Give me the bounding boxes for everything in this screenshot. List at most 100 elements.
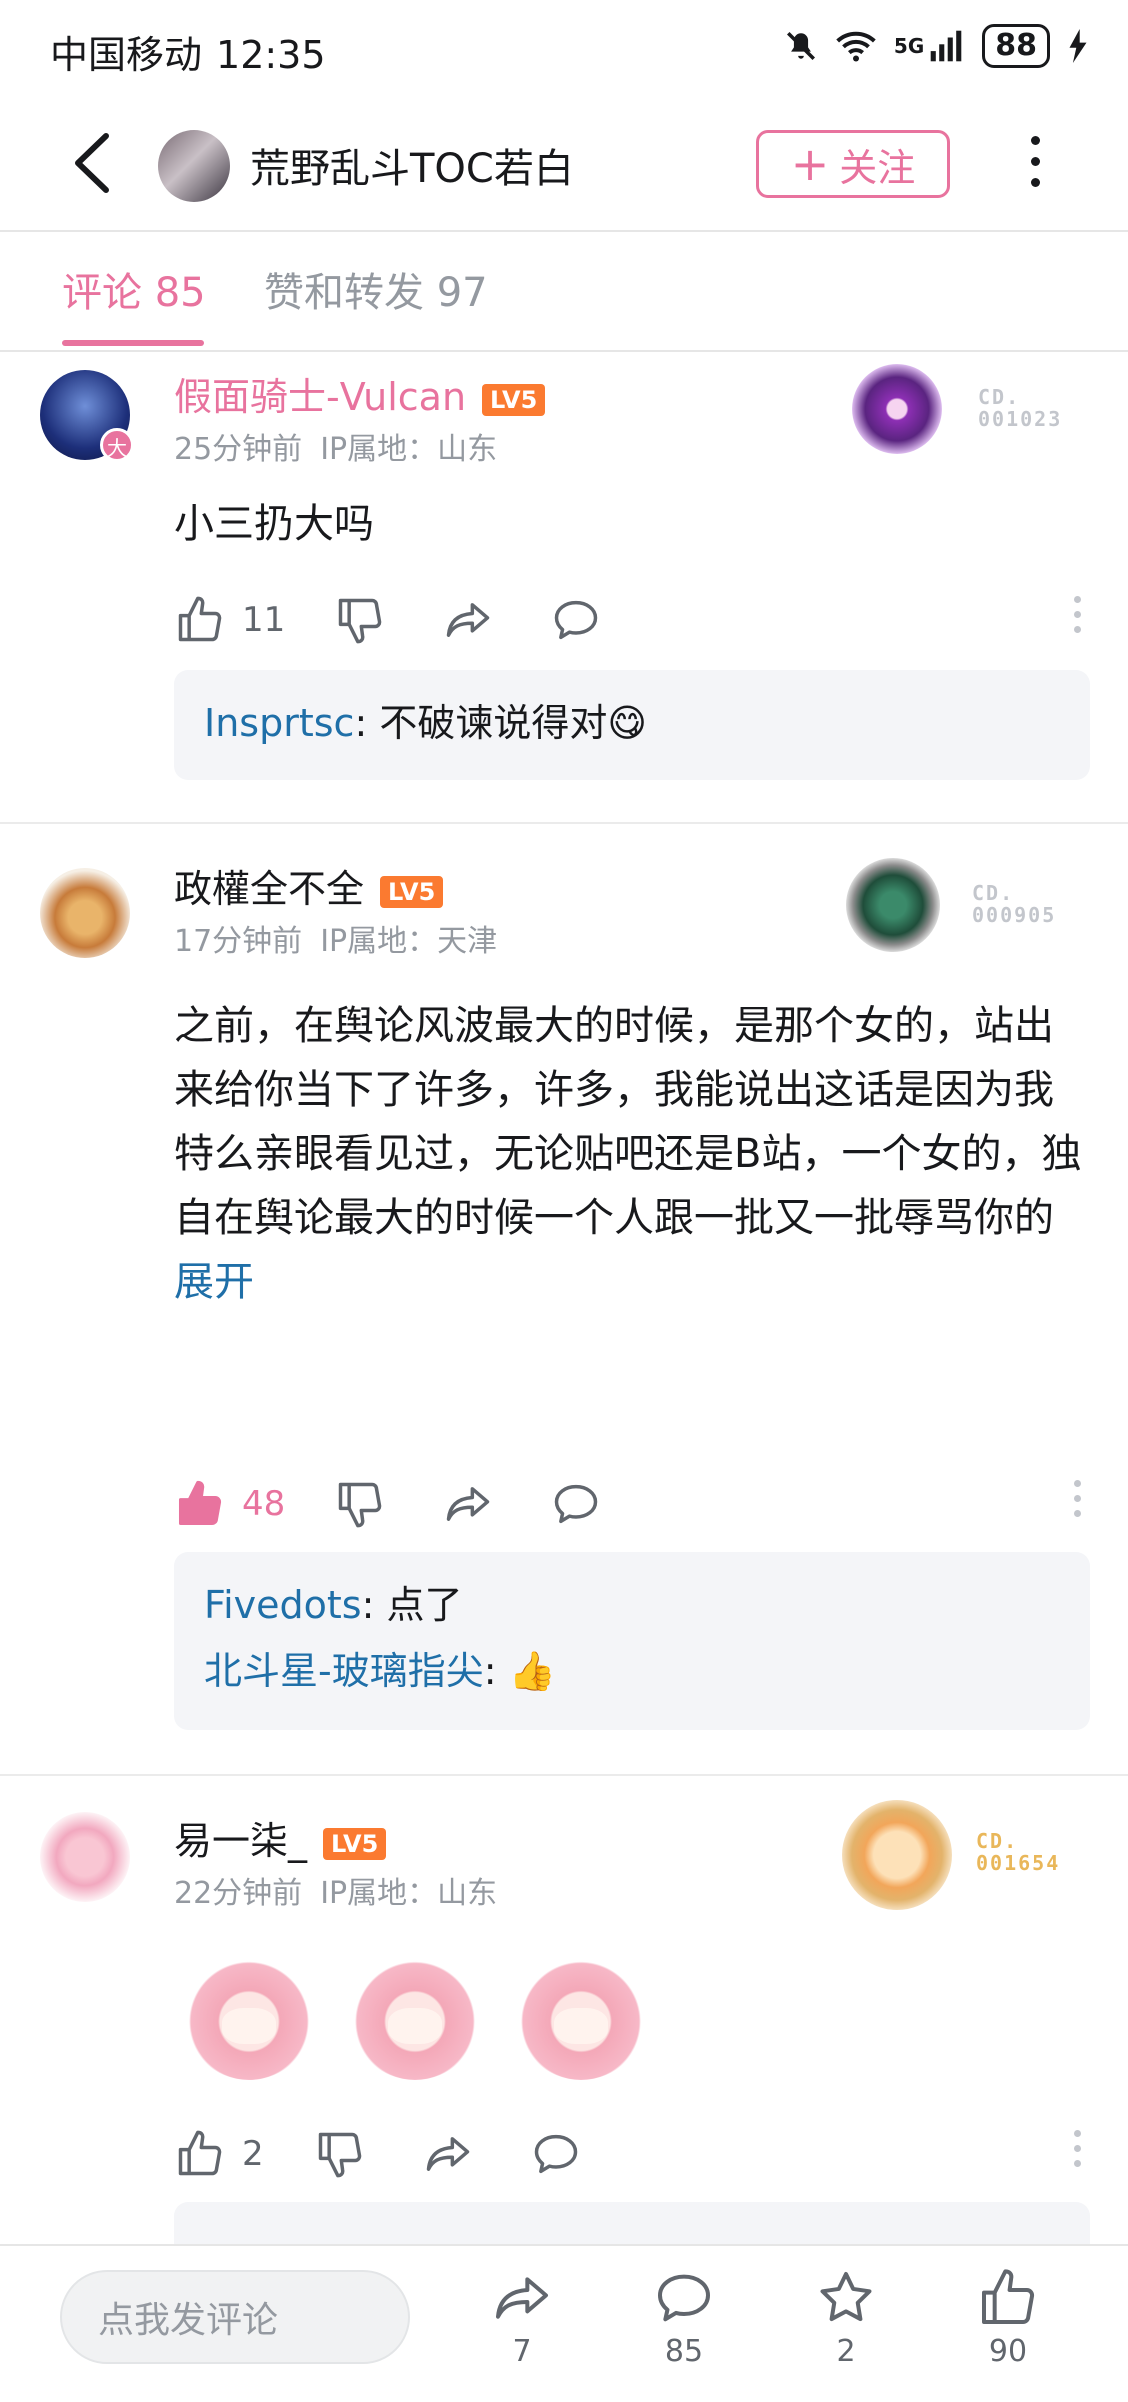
comment-actions: 11 xyxy=(174,590,1084,650)
sticker-image[interactable] xyxy=(184,1950,314,2080)
tab-indicator xyxy=(62,340,204,346)
comment-input[interactable]: 点我发评论 xyxy=(60,2270,410,2364)
comment-actions: 48 xyxy=(174,1474,1084,1534)
comment-bubble-icon xyxy=(554,1484,598,1524)
share-action[interactable]: 7 xyxy=(467,2266,577,2369)
carrier: 中国移动 xyxy=(50,33,203,77)
clock: 12:35 xyxy=(216,33,326,77)
status-bar: 中国移动 12:35 5G 88 xyxy=(0,0,1128,100)
like-button[interactable]: 2 xyxy=(174,2124,264,2184)
comment-username[interactable]: 政權全不全 LV5 xyxy=(174,858,444,913)
comment-time: 22分钟前 xyxy=(174,1876,303,1911)
share-count: 7 xyxy=(512,2334,532,2369)
sticker-image[interactable] xyxy=(516,1950,646,2080)
mute-icon xyxy=(786,31,815,61)
reply-text: : 点了 xyxy=(361,1583,463,1627)
like-total-count: 90 xyxy=(988,2334,1028,2369)
comment-more-button[interactable] xyxy=(1074,596,1084,641)
thumbs-up-icon xyxy=(982,2269,1035,2325)
share-button[interactable] xyxy=(442,590,494,650)
plus-icon: + xyxy=(790,137,830,191)
level-badge: LV5 xyxy=(323,1827,387,1860)
comment-text: 之前，在舆论风波最大的时候，是那个女的，站出来给你当下了许多，许多，我能说出这话… xyxy=(174,1003,1082,1241)
uploader-name[interactable]: 荒野乱斗TOC若白 xyxy=(250,136,574,194)
dislike-button[interactable] xyxy=(334,1474,386,1534)
top-nav: 荒野乱斗TOC若白 + 关注 xyxy=(0,100,1128,232)
reply-text: : 不破谏说得对😋 xyxy=(354,701,647,745)
comment-ip: IP属地：山东 xyxy=(320,1876,498,1911)
back-arrow-icon xyxy=(75,133,109,193)
bottom-action-bar: 点我发评论 7 85 2 90 xyxy=(0,2244,1128,2402)
more-options-button[interactable] xyxy=(1020,136,1050,196)
avatar[interactable] xyxy=(40,1812,130,1902)
uploader-avatar[interactable] xyxy=(158,130,230,202)
reply-button[interactable] xyxy=(550,590,602,650)
comment-time: 17分钟前 xyxy=(174,924,303,959)
fan-badge-code: CD. 001023 xyxy=(978,385,1063,431)
fan-badge-code: CD. 001654 xyxy=(976,1829,1061,1875)
divider xyxy=(0,1774,1128,1776)
fan-badge-icon[interactable] xyxy=(846,858,940,952)
share-icon xyxy=(446,1487,490,1521)
like-count: 48 xyxy=(242,1484,286,1524)
comments-count: 85 xyxy=(664,2334,704,2369)
reply-button[interactable] xyxy=(550,1474,602,1534)
like-button[interactable]: 48 xyxy=(174,1474,285,1534)
comments-action[interactable]: 85 xyxy=(629,2266,739,2369)
share-button[interactable] xyxy=(442,1474,494,1534)
reply-item: Fivedots: 点了 xyxy=(204,1572,1060,1638)
comment-more-button[interactable] xyxy=(1074,1480,1084,1525)
reply-username: Insprtsc xyxy=(204,701,355,745)
reply-text: : 👍 xyxy=(483,1649,556,1693)
like-count: 11 xyxy=(242,600,286,640)
battery-level: 88 xyxy=(982,24,1050,68)
thumbs-up-icon xyxy=(178,2130,222,2176)
follow-button[interactable]: + 关注 xyxy=(756,130,950,198)
dislike-button[interactable] xyxy=(314,2124,366,2184)
comment-username[interactable]: 假面骑士-Vulcan LV5 xyxy=(174,366,546,421)
comment-meta: 22分钟前 IP属地：山东 xyxy=(174,1868,515,1912)
thumbs-up-icon xyxy=(178,596,222,642)
like-count: 2 xyxy=(242,2134,264,2174)
tab-comments[interactable]: 评论 85 xyxy=(62,260,206,318)
comment-username[interactable]: 易一柒_ LV5 xyxy=(174,1810,387,1865)
like-button[interactable]: 11 xyxy=(174,590,285,650)
reply-username: Fivedots xyxy=(204,1583,362,1627)
comment-meta: 17分钟前 IP属地：天津 xyxy=(174,916,515,960)
reply-item: 北斗星-玻璃指尖: 👍 xyxy=(204,1638,1060,1704)
share-icon xyxy=(496,2277,548,2319)
tab-likes-reposts[interactable]: 赞和转发 97 xyxy=(264,260,488,318)
like-action[interactable]: 90 xyxy=(953,2266,1063,2369)
comment-more-button[interactable] xyxy=(1074,2130,1084,2175)
favorite-action[interactable]: 2 xyxy=(791,2266,901,2369)
sticker-image[interactable] xyxy=(350,1950,480,2080)
level-badge: LV5 xyxy=(482,383,546,416)
thumbs-up-filled-icon xyxy=(178,1480,222,1526)
reply-preview[interactable]: Insprtsc: 不破谏说得对😋 xyxy=(174,670,1090,780)
avatar[interactable] xyxy=(40,868,130,958)
wifi-icon xyxy=(836,31,876,62)
share-icon xyxy=(426,2137,470,2171)
reply-button[interactable] xyxy=(530,2124,582,2184)
comment-ip: IP属地：山东 xyxy=(320,432,498,467)
reply-username: 北斗星-玻璃指尖 xyxy=(204,1649,484,1693)
share-icon xyxy=(446,603,490,637)
fan-badge-icon[interactable] xyxy=(852,364,942,454)
comment-text: 小三扔大吗 xyxy=(174,501,374,547)
comment-meta: 25分钟前 IP属地：山东 xyxy=(174,424,515,468)
network-type: 5G xyxy=(893,34,925,58)
status-right: 5G 88 xyxy=(784,24,1088,68)
comment-actions: 2 xyxy=(174,2124,1084,2184)
reply-preview[interactable]: Fivedots: 点了 北斗星-玻璃指尖: 👍 xyxy=(174,1552,1090,1730)
expand-link[interactable]: 展开 xyxy=(174,1250,1084,1314)
dislike-button[interactable] xyxy=(334,590,386,650)
comment-ip: IP属地：天津 xyxy=(320,924,498,959)
comment-input-placeholder: 点我发评论 xyxy=(98,2300,279,2341)
back-button[interactable] xyxy=(64,128,124,198)
verified-badge: 大 xyxy=(100,428,134,462)
fan-badge-icon[interactable] xyxy=(842,1800,952,1910)
share-button[interactable] xyxy=(422,2124,474,2184)
reply-item: Insprtsc: 不破谏说得对😋 xyxy=(204,690,1060,756)
fan-badge-code: CD. 000905 xyxy=(972,881,1057,927)
favorite-count: 2 xyxy=(836,2334,856,2369)
